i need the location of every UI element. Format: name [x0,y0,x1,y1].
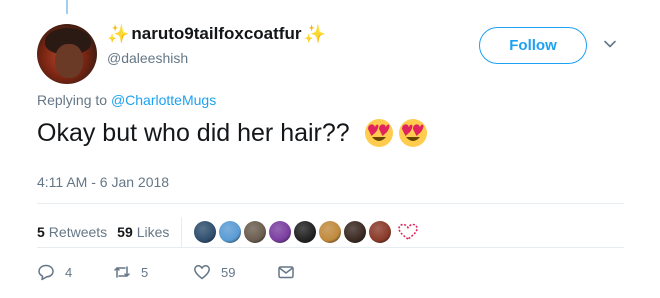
retweet-count: 5 [141,264,149,280]
liker-avatar-7[interactable] [344,221,367,243]
retweets-label: Retweets [48,224,108,240]
heart-eyes-emoji [398,119,427,147]
liker-avatar-8[interactable] [369,221,392,243]
retweets-count: 5 [37,224,45,240]
likes-stat[interactable]: 59 Likes [117,224,169,240]
retweet-action[interactable]: 5 [113,263,193,281]
like-count: 59 [221,264,236,280]
liker-avatar-6[interactable] [319,221,342,243]
envelope-icon [278,266,294,279]
user-handle[interactable]: @daleeshish [107,50,326,66]
avatar-face [55,44,83,78]
engagement-stats: 5 Retweets 59 Likes [37,217,419,247]
replying-to: Replying to @CharlotteMugs [37,92,216,108]
like-action[interactable]: 59 [193,263,277,281]
divider [37,203,624,204]
follow-button[interactable]: Follow [479,27,587,64]
display-name[interactable]: naruto9tailfoxcoatfur [131,24,301,44]
liker-avatar-5[interactable] [294,221,317,243]
retweets-stat[interactable]: 5 Retweets [37,224,107,240]
retweet-icon [114,266,130,278]
liker-avatar-1[interactable] [194,221,217,243]
heart-eyes-emoji [364,119,393,147]
liker-avatar-3[interactable] [244,221,267,243]
tweet-timestamp[interactable]: 4:11 AM - 6 Jan 2018 [37,174,169,190]
action-bar: 4 5 59 [37,263,305,281]
avatar[interactable] [37,24,97,84]
divider [37,247,624,248]
tweet-text: Okay but who did her hair?? [37,118,428,148]
replying-to-prefix: Replying to [37,92,108,108]
direct-message-action[interactable] [277,263,305,281]
reply-action[interactable]: 4 [37,263,113,281]
sparkles-icon: ✨ [303,24,326,44]
tweet-text-content: Okay but who did her hair?? [37,118,350,147]
liker-avatars [194,221,392,243]
heart-icon [194,265,210,280]
liker-avatar-4[interactable] [269,221,292,243]
reply-count: 4 [65,264,73,280]
user-block: ✨ naruto9tailfoxcoatfur ✨ @daleeshish [107,22,326,66]
likes-label: Likes [136,224,170,240]
likes-count: 59 [117,224,133,240]
stats-separator [181,217,183,247]
thread-connector-line [66,0,68,14]
reply-icon [38,264,54,281]
liker-avatar-2[interactable] [219,221,242,243]
display-name-row[interactable]: ✨ naruto9tailfoxcoatfur ✨ [107,22,326,46]
replying-to-mention[interactable]: @CharlotteMugs [111,92,216,108]
heart-outline-icon [398,223,419,240]
sparkles-icon: ✨ [107,24,130,44]
chevron-down-icon[interactable] [603,37,617,51]
